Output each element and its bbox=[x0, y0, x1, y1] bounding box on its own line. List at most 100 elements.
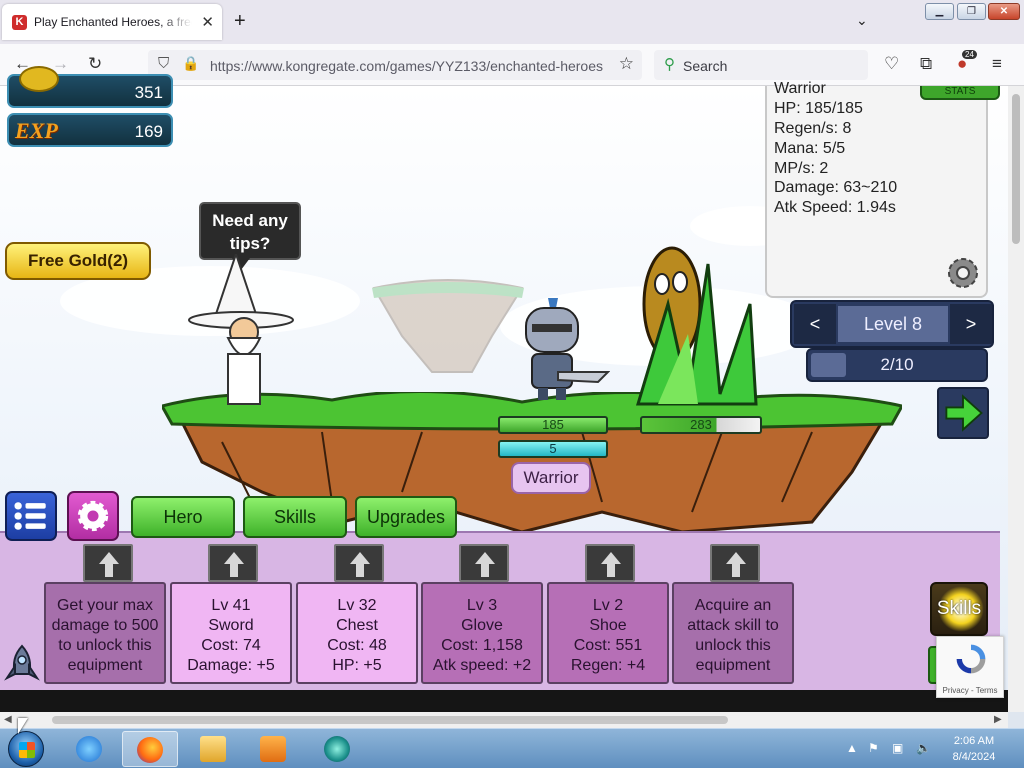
equipment-cost: Cost: 551 bbox=[573, 637, 643, 654]
hero-tab-button[interactable]: Hero bbox=[131, 496, 235, 538]
equipment-text: unlock this bbox=[695, 637, 771, 654]
mouse-cursor-icon bbox=[18, 718, 28, 734]
new-tab-icon[interactable]: + bbox=[234, 10, 246, 33]
windows-taskbar: ▲ ⚑ ▣ 🔈 2:06 AM 8/4/2024 bbox=[0, 728, 1024, 768]
search-box[interactable]: ⚲ Search bbox=[654, 50, 868, 80]
advance-arrow-button[interactable] bbox=[937, 387, 989, 439]
pocket-icon[interactable]: ♡ bbox=[884, 54, 899, 74]
warrior-hero-character[interactable] bbox=[518, 296, 610, 402]
volume-muted-icon[interactable]: 🔈 bbox=[916, 741, 931, 755]
start-button[interactable] bbox=[8, 731, 44, 767]
show-hidden-icons-icon[interactable]: ▲ bbox=[846, 741, 858, 755]
equipment-text: damage to 500 bbox=[51, 617, 159, 634]
tip-line-1: Need any bbox=[212, 211, 288, 230]
app-globe-icon bbox=[324, 736, 350, 762]
clock-date: 8/4/2024 bbox=[952, 751, 996, 763]
close-window-button[interactable]: ✕ bbox=[988, 3, 1020, 20]
upgrade-arrow-icon[interactable] bbox=[208, 544, 258, 582]
rocket-icon[interactable] bbox=[3, 644, 41, 684]
equipment-text: equipment bbox=[67, 657, 143, 674]
scroll-right-arrow-icon[interactable]: ▶ bbox=[994, 714, 1002, 725]
menu-list-icon[interactable] bbox=[5, 491, 57, 541]
upgrade-arrow-icon[interactable] bbox=[585, 544, 635, 582]
equipment-bonus: HP: +5 bbox=[332, 657, 382, 674]
stats-mp-per-second: MP/s: 2 bbox=[774, 160, 829, 177]
gear-icon[interactable] bbox=[944, 254, 982, 292]
equipment-cost: Cost: 74 bbox=[201, 637, 261, 654]
equipment-name: Sword bbox=[208, 617, 254, 634]
panel-bottom-strip bbox=[0, 690, 1008, 712]
upgrade-arrow-icon[interactable] bbox=[334, 544, 384, 582]
exp-counter: EXP 169 bbox=[7, 113, 173, 147]
taskbar-internet-explorer[interactable] bbox=[62, 731, 118, 767]
vertical-scroll-thumb[interactable] bbox=[1012, 94, 1020, 244]
tracking-shield-icon[interactable]: ⛉ bbox=[158, 55, 169, 72]
hero-mp-bar: 5 bbox=[498, 440, 608, 458]
equipment-text: Acquire an bbox=[694, 597, 772, 614]
vertical-scrollbar[interactable] bbox=[1008, 86, 1024, 712]
recaptcha-links[interactable]: Privacy - Terms bbox=[937, 686, 1003, 695]
skills-shortcut-label: Skills bbox=[936, 598, 982, 619]
browser-tab[interactable]: K Play Enchanted Heroes, a free online g… bbox=[2, 4, 222, 40]
taskbar-clock[interactable]: 2:06 AM 8/4/2024 bbox=[944, 733, 1004, 765]
url-text[interactable]: https://www.kongregate.com/games/YYZ133/… bbox=[210, 58, 603, 74]
clock-time: 2:06 AM bbox=[953, 735, 995, 747]
equipment-slot-glove[interactable]: Lv 3 Glove Cost: 1,158 Atk speed: +2 bbox=[421, 582, 543, 684]
upgrades-tab-button[interactable]: Upgrades bbox=[355, 496, 457, 538]
recaptcha-badge[interactable]: Privacy - Terms bbox=[936, 636, 1004, 698]
browser-tab-bar: K Play Enchanted Heroes, a free online g… bbox=[0, 0, 1024, 44]
kongregate-favicon-icon: K bbox=[12, 15, 27, 30]
stats-mana: Mana: 5/5 bbox=[774, 140, 846, 157]
minimize-window-button[interactable]: ▁ bbox=[925, 3, 954, 20]
scroll-left-arrow-icon[interactable]: ◀ bbox=[4, 714, 12, 725]
equipment-slot-sword[interactable]: Lv 41 Sword Cost: 74 Damage: +5 bbox=[170, 582, 292, 684]
equipment-bonus: Atk speed: +2 bbox=[432, 657, 532, 674]
search-engine-icon: ⚲ bbox=[664, 56, 675, 73]
taskbar-firefox[interactable] bbox=[122, 731, 178, 767]
taskbar-file-explorer[interactable] bbox=[186, 731, 242, 767]
equipment-level: Lv 41 bbox=[211, 597, 251, 614]
equipment-slot-chest[interactable]: Lv 32 Chest Cost: 48 HP: +5 bbox=[296, 582, 418, 684]
search-placeholder: Search bbox=[683, 58, 728, 74]
equipment-slot-weapon-locked[interactable]: Get your max damage to 500 to unlock thi… bbox=[44, 582, 166, 684]
wizard-character[interactable] bbox=[186, 254, 296, 406]
wave-counter: 2/10 bbox=[880, 355, 914, 374]
upgrade-arrow-icon[interactable] bbox=[459, 544, 509, 582]
list-all-tabs-chevron-icon[interactable]: ⌄ bbox=[856, 12, 868, 29]
next-level-button[interactable]: > bbox=[950, 304, 992, 344]
level-selector: < Level 8 > bbox=[790, 300, 994, 348]
extensions-puzzle-icon[interactable]: ⧉ bbox=[920, 54, 932, 74]
upgrade-arrow-icon[interactable] bbox=[710, 544, 760, 582]
skills-tab-button[interactable]: Skills bbox=[243, 496, 347, 538]
tab-close-icon[interactable]: ✕ bbox=[201, 13, 214, 31]
plant-enemy-character[interactable] bbox=[628, 244, 760, 410]
floating-island-background bbox=[372, 279, 524, 373]
previous-level-button[interactable]: < bbox=[794, 304, 836, 344]
url-bar[interactable]: ⛉ 🔒 https://www.kongregate.com/games/YYZ… bbox=[148, 50, 642, 80]
gold-counter: 351 bbox=[7, 66, 173, 108]
horizontal-scrollbar[interactable]: ◀ ▶ bbox=[0, 712, 1008, 728]
settings-gear-icon[interactable] bbox=[67, 491, 119, 541]
hero-name-tag: Warrior bbox=[511, 462, 591, 494]
reload-icon[interactable]: ↻ bbox=[88, 54, 102, 74]
tips-speech-bubble[interactable]: Need any tips? bbox=[199, 202, 301, 260]
level-label: Level 8 bbox=[838, 306, 948, 342]
action-center-flag-icon[interactable]: ⚑ bbox=[868, 741, 879, 755]
hamburger-menu-icon[interactable]: ≡ bbox=[992, 54, 1002, 74]
taskbar-app[interactable] bbox=[310, 731, 366, 767]
bookmark-star-icon[interactable]: ☆ bbox=[619, 54, 634, 74]
equipment-text: attack skill to bbox=[687, 617, 779, 634]
gold-value: 351 bbox=[134, 83, 163, 102]
stats-tab-button[interactable]: STATS bbox=[920, 86, 1000, 100]
maximize-window-button[interactable]: ❐ bbox=[957, 3, 986, 20]
padlock-icon[interactable]: 🔒 bbox=[182, 55, 199, 72]
horizontal-scroll-thumb[interactable] bbox=[52, 716, 728, 724]
equipment-slot-shoe[interactable]: Lv 2 Shoe Cost: 551 Regen: +4 bbox=[547, 582, 669, 684]
taskbar-media-player[interactable] bbox=[246, 731, 302, 767]
equipment-slot-skill-locked[interactable]: Acquire an attack skill to unlock this e… bbox=[672, 582, 794, 684]
free-gold-button[interactable]: Free Gold(2) bbox=[5, 242, 151, 280]
upgrade-arrow-icon[interactable] bbox=[83, 544, 133, 582]
network-icon[interactable]: ▣ bbox=[892, 741, 903, 755]
skills-shortcut-button[interactable]: Skills bbox=[930, 582, 988, 636]
stats-attack-speed: Atk Speed: 1.94s bbox=[774, 199, 896, 216]
